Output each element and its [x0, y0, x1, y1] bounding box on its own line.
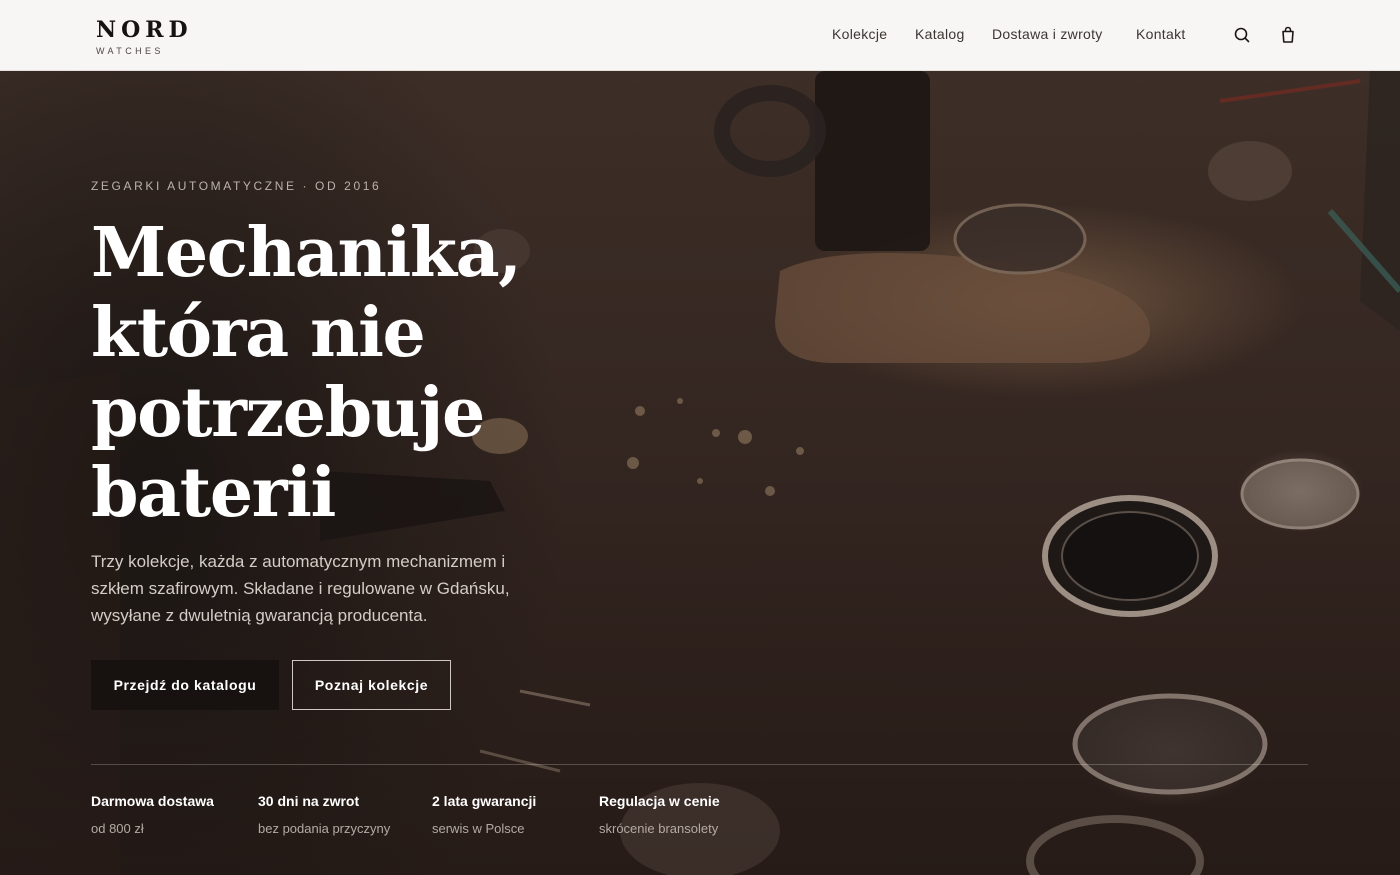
feature-free-delivery: Darmowa dostawa od 800 zł [91, 793, 214, 836]
collections-button[interactable]: Poznaj kolekcje [292, 660, 451, 710]
main-nav: Kolekcje Katalog Dostawa i zwroty Kontak… [0, 26, 1400, 46]
hero-eyebrow: ZEGARKI AUTOMATYCZNE · OD 2016 [91, 179, 382, 193]
site-header: NORD WATCHES Kolekcje Katalog Dostawa i … [0, 0, 1400, 71]
features-divider [91, 764, 1308, 765]
feature-adjustment: Regulacja w cenie skrócenie bransolety [599, 793, 720, 836]
feature-title: Darmowa dostawa [91, 793, 214, 809]
nav-item-katalog[interactable]: Katalog [915, 26, 965, 42]
nav-item-dostawa[interactable]: Dostawa i zwroty [992, 26, 1103, 42]
hero-section: ZEGARKI AUTOMATYCZNE · OD 2016 Mechanika… [0, 71, 1400, 875]
feature-title: Regulacja w cenie [599, 793, 720, 809]
feature-returns: 30 dni na zwrot bez podania przyczyny [258, 793, 390, 836]
hero-lead: Trzy kolekcje, każda z automatycznym mec… [91, 552, 510, 625]
feature-title: 30 dni na zwrot [258, 793, 360, 809]
shopping-bag-icon[interactable] [1278, 25, 1298, 45]
catalog-button[interactable]: Przejdź do katalogu [91, 660, 279, 710]
feature-title: 2 lata gwarancji [432, 793, 537, 809]
feature-subtitle: od 800 zł [91, 821, 144, 836]
hero-headline: Mechanika, która nie potrzebuje baterii [91, 213, 522, 533]
feature-subtitle: serwis w Polsce [432, 821, 525, 836]
feature-subtitle: bez podania przyczyny [258, 821, 391, 836]
brand-tagline: WATCHES [96, 46, 164, 56]
feature-subtitle: skrócenie bransolety [599, 821, 719, 836]
nav-item-kontakt[interactable]: Kontakt [1136, 26, 1186, 42]
nav-item-kolekcje[interactable]: Kolekcje [832, 26, 887, 42]
feature-warranty: 2 lata gwarancji serwis w Polsce [432, 793, 536, 836]
search-icon[interactable] [1232, 25, 1252, 45]
